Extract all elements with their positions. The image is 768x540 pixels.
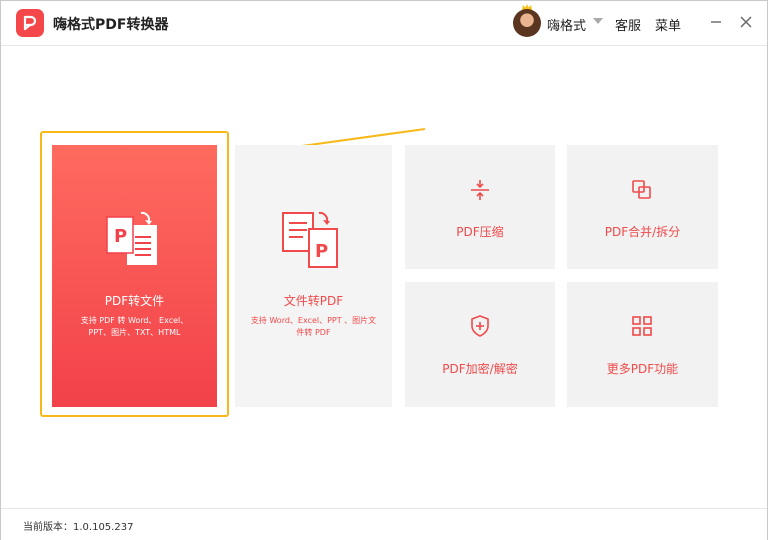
file-to-pdf-desc-line2: 件转 PDF [296, 328, 331, 337]
more-features-label: 更多PDF功能 [606, 362, 679, 376]
pdf-encrypt-tile[interactable]: PDF加密/解密 [405, 282, 555, 407]
pdf-compress-tile[interactable]: PDF压缩 [405, 145, 555, 269]
file-to-pdf-icon: P [282, 211, 338, 268]
shield-icon [471, 315, 489, 337]
avatar[interactable] [513, 9, 541, 37]
pdf-to-file-title: PDF转文件 [104, 294, 165, 308]
minimize-icon[interactable] [707, 13, 725, 31]
pdf-to-file-desc-line1: 支持 PDF 转 Word、 Excel、 [80, 316, 189, 325]
pdf-merge-split-tile[interactable]: PDF合并/拆分 [567, 145, 718, 269]
file-to-pdf-tile[interactable]: P 文件转PDF 支持 Word、Excel、PPT 、图片文 件转 PDF [235, 145, 392, 407]
version-text: 当前版本：1.0.105.237 [23, 522, 134, 533]
status-bar: 当前版本：1.0.105.237 [1, 508, 767, 540]
app-title: 嗨格式PDF转换器 [53, 17, 169, 33]
service-button[interactable]: 客服 [615, 15, 641, 34]
more-features-tile[interactable]: 更多PDF功能 [567, 282, 718, 407]
compress-icon [471, 180, 489, 200]
chevron-down-icon[interactable] [593, 18, 603, 24]
pdf-compress-label: PDF压缩 [456, 225, 504, 239]
menu-button[interactable]: 菜单 [655, 15, 681, 34]
merge-icon [632, 180, 651, 199]
close-icon[interactable] [737, 13, 755, 31]
pdf-encrypt-label: PDF加密/解密 [442, 362, 518, 376]
app-logo-icon [16, 9, 44, 37]
pdf-to-file-desc-line2: PPT、图片、TXT、HTML [88, 328, 181, 337]
file-to-pdf-desc-line1: 支持 Word、Excel、PPT 、图片文 [250, 316, 377, 325]
pdf-to-file-icon: P [106, 211, 157, 265]
app-window: 嗨格式PDF转换器 嗨格式 客服 菜单 P PDF转文件 支持 PDF 转 Wo… [0, 0, 768, 540]
pdf-to-file-desc: 支持 PDF 转 Word、 Excel、 PPT、图片、TXT、HTML [62, 315, 207, 339]
svg-text:P: P [315, 241, 328, 262]
grid-icon [632, 316, 652, 336]
file-to-pdf-desc: 支持 Word、Excel、PPT 、图片文 件转 PDF [243, 315, 384, 339]
username[interactable]: 嗨格式 [547, 15, 586, 34]
svg-text:P: P [114, 226, 127, 247]
title-bar: 嗨格式PDF转换器 嗨格式 客服 菜单 [1, 1, 767, 46]
pdf-merge-split-label: PDF合并/拆分 [604, 225, 681, 239]
file-to-pdf-title: 文件转PDF [283, 294, 344, 308]
pdf-to-file-tile[interactable]: P PDF转文件 支持 PDF 转 Word、 Excel、 PPT、图片、TX… [52, 145, 217, 407]
